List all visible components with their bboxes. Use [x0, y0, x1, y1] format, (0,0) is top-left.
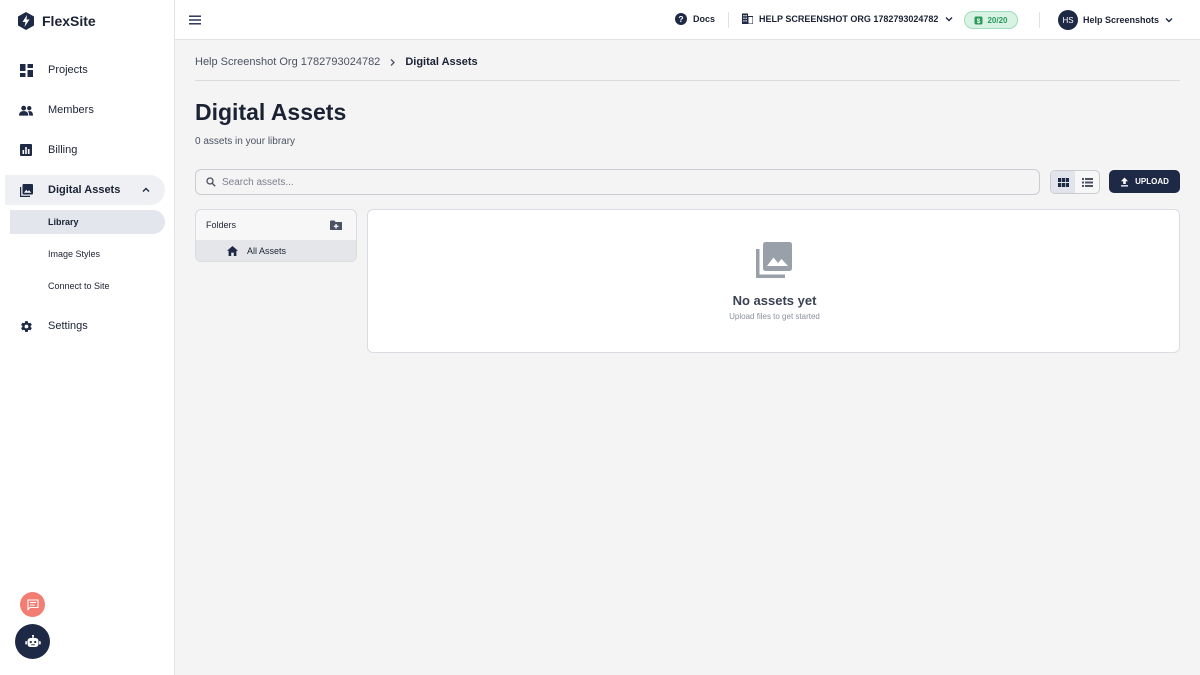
assistant-bot-button[interactable]	[15, 624, 50, 659]
gear-icon	[19, 319, 33, 333]
sidebar-item-settings[interactable]: Settings	[0, 306, 175, 346]
empty-state-subtitle: Upload files to get started	[729, 312, 820, 321]
folder-item-all-assets[interactable]: All Assets	[196, 240, 356, 261]
breadcrumb-current: Digital Assets	[405, 56, 478, 68]
help-icon: ?	[675, 13, 687, 25]
sidebar-subitem-connect-to-site[interactable]: Connect to Site	[0, 270, 175, 302]
sidebar-item-projects[interactable]: Projects	[0, 50, 175, 90]
feedback-button[interactable]	[20, 592, 45, 617]
sidebar-item-label: Digital Assets	[48, 184, 121, 196]
view-mode-toggle	[1050, 170, 1100, 194]
sidebar-nav: Projects Members Billing Digital Assets …	[0, 50, 175, 346]
photo-library-icon	[19, 183, 33, 197]
credit-icon: $	[974, 16, 983, 25]
folders-header: Folders	[196, 210, 356, 240]
app-logo[interactable]: FlexSite	[16, 10, 96, 32]
folder-label: All Assets	[247, 246, 287, 256]
org-name: HELP SCREENSHOT ORG 1782793024782	[759, 13, 939, 24]
search-box[interactable]	[195, 169, 1040, 195]
people-icon	[19, 103, 33, 117]
svg-text:$: $	[977, 18, 981, 25]
chevron-down-icon	[945, 16, 953, 21]
upload-button[interactable]: UPLOAD	[1109, 170, 1180, 193]
credits-count: 20/20	[987, 15, 1008, 25]
sidebar-item-label: Members	[48, 104, 94, 116]
docs-link[interactable]: ? Docs	[675, 13, 715, 25]
photo-library-icon	[756, 242, 792, 278]
sidebar-subitem-library[interactable]: Library	[10, 210, 165, 234]
sidebar-item-billing[interactable]: Billing	[0, 130, 175, 170]
topbar-divider	[728, 12, 729, 28]
chevron-up-icon[interactable]	[141, 185, 151, 195]
list-view-icon	[1081, 177, 1093, 187]
folders-title: Folders	[206, 220, 237, 230]
user-menu[interactable]: HS Help Screenshots	[1058, 10, 1174, 30]
sidebar-subitem-image-styles[interactable]: Image Styles	[0, 238, 175, 270]
chevron-down-icon	[1165, 18, 1173, 23]
menu-icon[interactable]	[189, 14, 201, 26]
assets-empty-state: No assets yet Upload files to get starte…	[367, 209, 1180, 353]
upload-icon	[1121, 177, 1129, 186]
svg-text:?: ?	[678, 14, 683, 24]
home-icon	[227, 246, 238, 256]
robot-icon	[24, 634, 41, 647]
user-name: Help Screenshots	[1083, 15, 1160, 25]
sidebar: FlexSite Projects Members Billing Digita…	[0, 0, 175, 675]
new-folder-icon[interactable]	[330, 220, 342, 230]
folders-panel: Folders All Assets	[195, 209, 357, 262]
org-switcher[interactable]: HELP SCREENSHOT ORG 1782793024782	[742, 13, 954, 24]
divider	[195, 80, 1180, 81]
flexsite-logo-icon	[18, 12, 34, 30]
dashboard-icon	[19, 63, 33, 77]
upload-label: UPLOAD	[1135, 177, 1169, 186]
topbar-divider	[1039, 12, 1040, 28]
breadcrumb: Help Screenshot Org 1782793024782 Digita…	[195, 56, 478, 68]
grid-view-button[interactable]	[1051, 171, 1075, 193]
chart-icon	[19, 143, 33, 157]
sidebar-item-label: Billing	[48, 144, 78, 156]
credits-badge: $ 20/20	[964, 11, 1018, 29]
top-bar: ? Docs HELP SCREENSHOT ORG 1782793024782…	[175, 0, 1200, 40]
app-name: FlexSite	[42, 13, 96, 29]
building-icon	[742, 13, 753, 24]
asset-count-text: 0 assets in your library	[195, 136, 296, 147]
grid-view-icon	[1057, 177, 1069, 187]
sidebar-item-label: Projects	[48, 64, 88, 76]
feedback-icon	[26, 598, 39, 611]
avatar: HS	[1058, 10, 1078, 30]
docs-label: Docs	[693, 14, 716, 24]
sidebar-item-members[interactable]: Members	[0, 90, 175, 130]
page-title: Digital Assets	[195, 99, 347, 125]
sidebar-item-digital-assets[interactable]: Digital Assets	[5, 175, 165, 205]
search-input[interactable]	[222, 176, 1022, 188]
list-view-button[interactable]	[1075, 171, 1099, 193]
chevron-right-icon	[390, 58, 396, 66]
search-icon	[206, 177, 216, 187]
sidebar-item-label: Settings	[48, 320, 88, 332]
breadcrumb-parent[interactable]: Help Screenshot Org 1782793024782	[195, 56, 380, 68]
empty-state-title: No assets yet	[732, 293, 817, 308]
